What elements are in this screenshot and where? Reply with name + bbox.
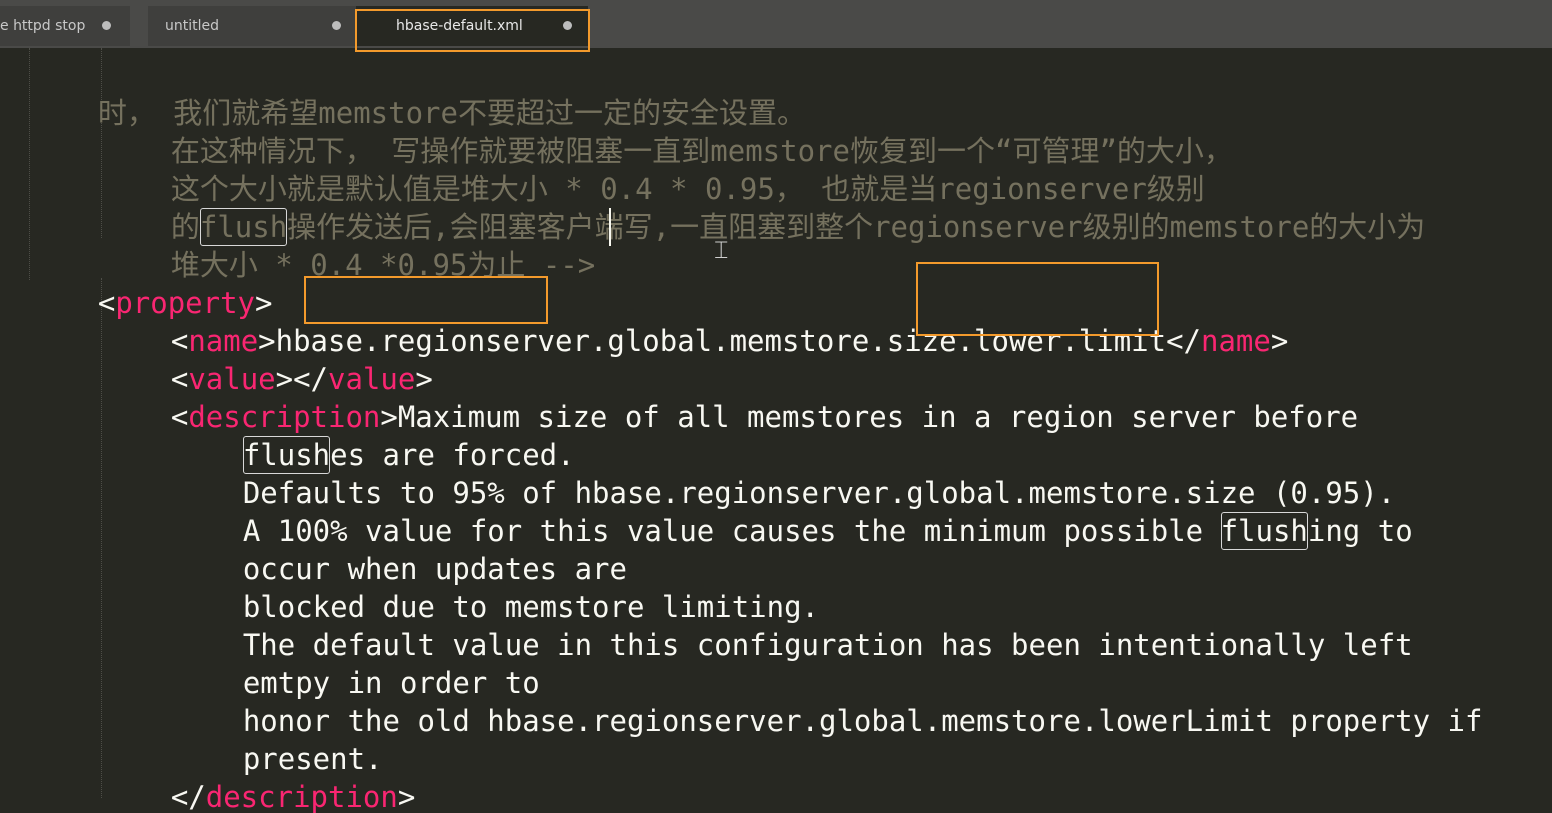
unsaved-dot-icon[interactable] <box>563 21 572 30</box>
code-line-description-open: <description>Maximum size of all memstor… <box>170 400 1359 434</box>
text-caret <box>609 208 611 246</box>
tab-label: untitled <box>165 18 220 34</box>
code-line: A 100% value for this value causes the m… <box>242 512 1413 550</box>
tab-label: hbase-default.xml <box>396 18 523 34</box>
code-line: flushes are forced. <box>242 436 575 474</box>
search-match: flush <box>1220 512 1308 550</box>
code-editor[interactable]: 时， 我们就希望memstore不要超过一定的安全设置。 在这种情况下， 写操作… <box>0 48 1552 813</box>
code-line-property-open: <property> <box>97 286 273 320</box>
code-line: honor the old hbase.regionserver.global.… <box>242 704 1483 738</box>
code-line: 堆大小 * 0.4 *0.95为止 --> <box>170 248 596 282</box>
code-line-name: <name>hbase.regionserver.global.memstore… <box>170 324 1289 358</box>
code-line: 这个大小就是默认值是堆大小 * 0.4 * 0.95， 也就是当regionse… <box>170 172 1205 206</box>
tab-httpd-stop[interactable]: e httpd stop <box>0 6 130 46</box>
code-line: emtpy in order to <box>242 666 540 700</box>
code-line: 的flush操作发送后,会阻塞客户端写,一直阻塞到整个regionserver级… <box>170 208 1426 246</box>
code-line: The default value in this configuration … <box>242 628 1413 662</box>
code-line-description-close: </description> <box>170 780 416 813</box>
unsaved-dot-icon[interactable] <box>332 21 341 30</box>
tab-untitled[interactable]: untitled <box>148 6 358 46</box>
code-line: 时， 我们就希望memstore不要超过一定的安全设置。 <box>97 96 806 130</box>
code-line: present. <box>242 742 383 776</box>
code-line: Defaults to 95% of hbase.regionserver.gl… <box>242 476 1396 510</box>
tab-bar: e httpd stop untitled hbase-default.xml <box>0 0 1552 48</box>
tab-label: e httpd stop <box>0 18 86 34</box>
code-line: 在这种情况下， 写操作就要被阻塞一直到memstore恢复到一个“可管理”的大小… <box>170 134 1233 168</box>
code-line-value: <value></value> <box>170 362 433 396</box>
code-line-property-close: </property> <box>28 778 290 813</box>
unsaved-dot-icon[interactable] <box>102 21 111 30</box>
mouse-ibeam-cursor-icon: ⌶ <box>714 236 729 264</box>
code-line: blocked due to memstore limiting. <box>242 590 820 624</box>
tab-hbase-default-xml[interactable]: hbase-default.xml <box>356 6 588 46</box>
code-line: occur when updates are <box>242 552 627 586</box>
